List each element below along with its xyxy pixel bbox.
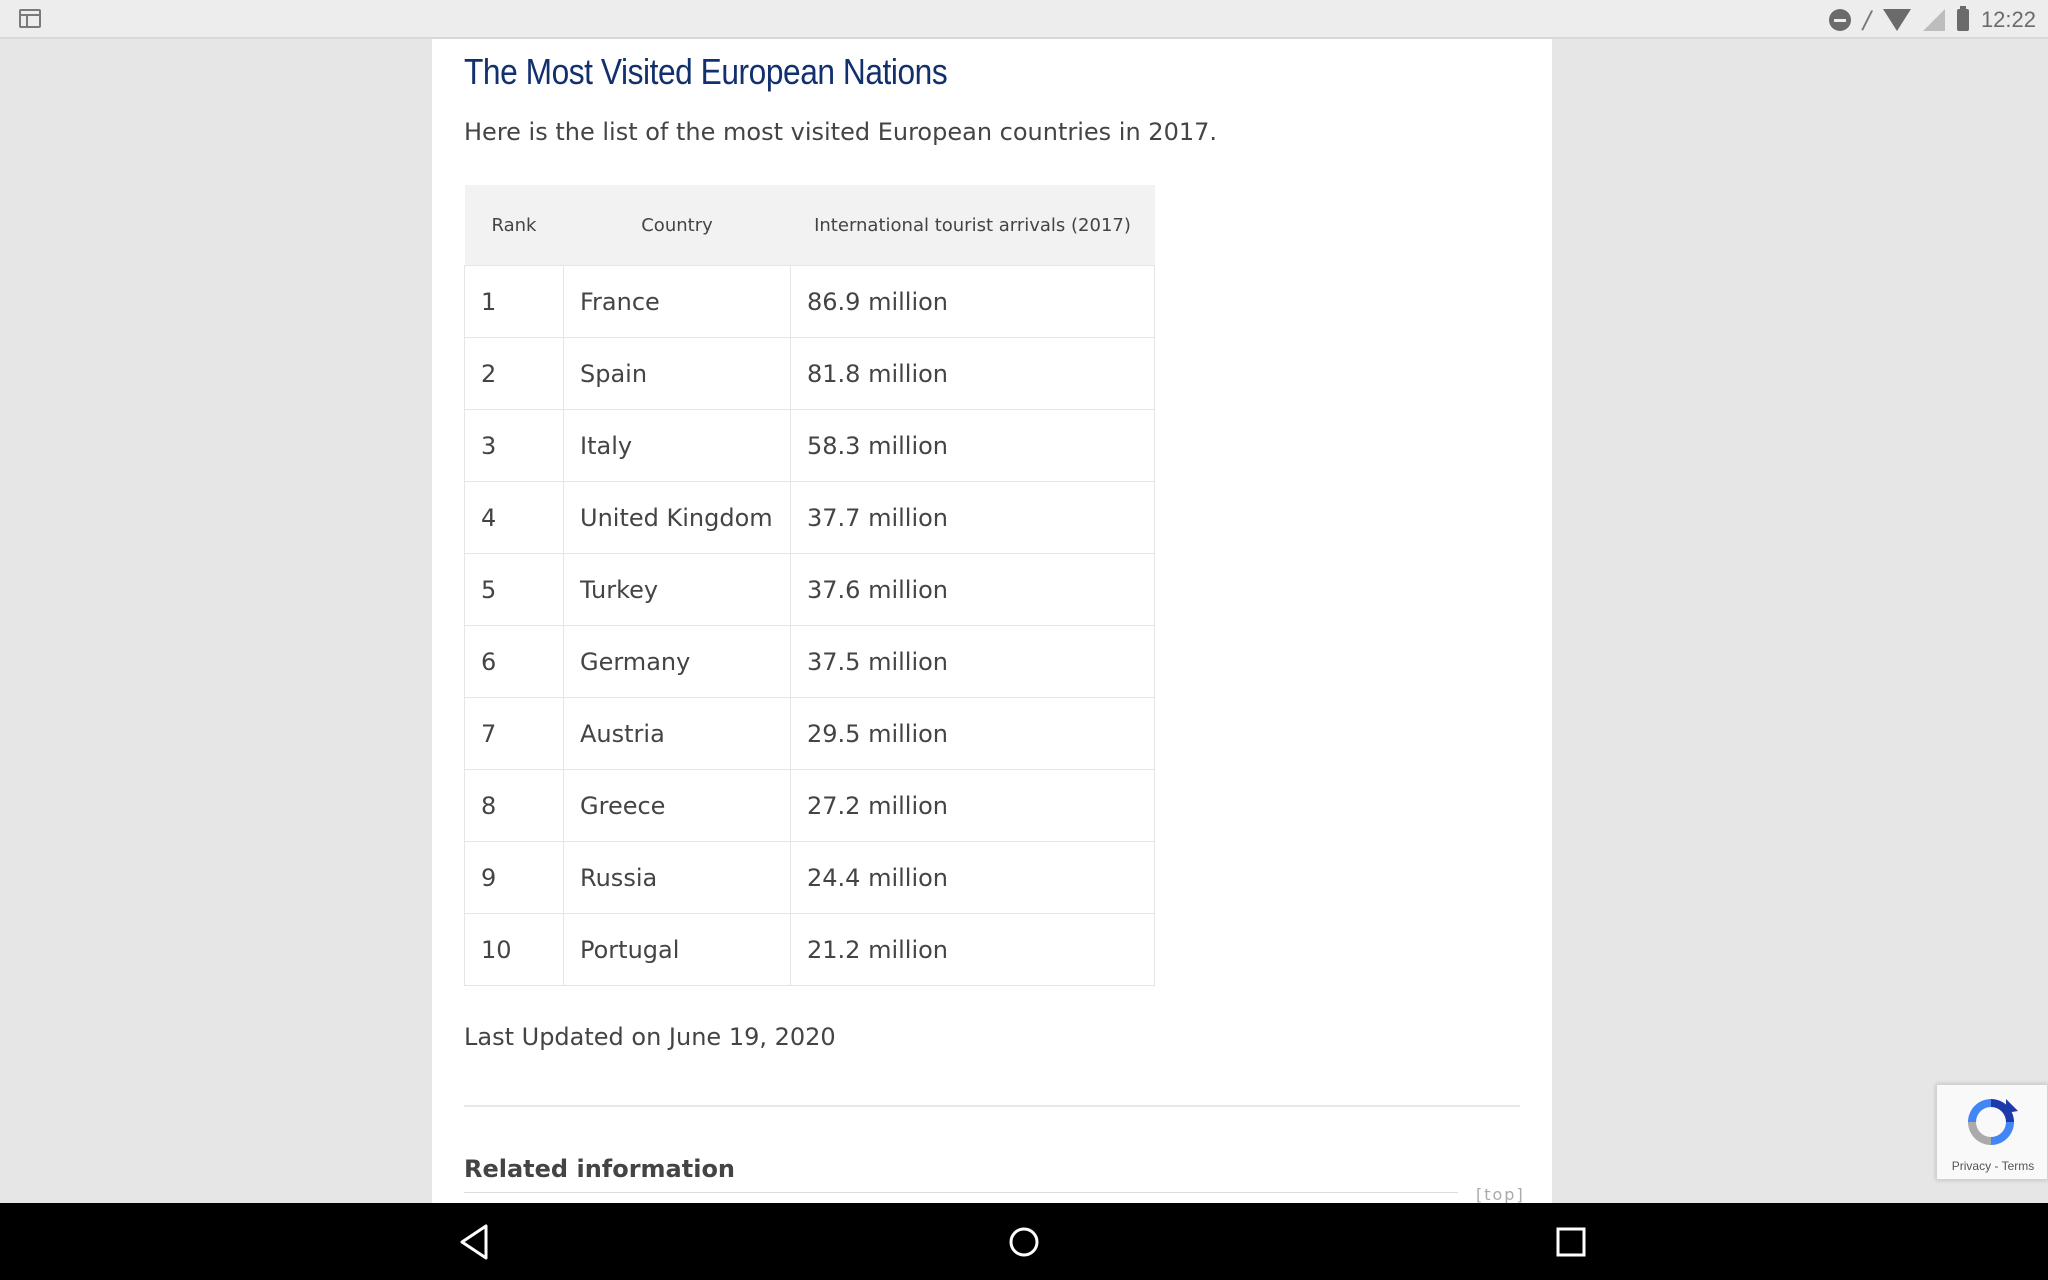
window-icon	[19, 9, 41, 28]
page-title: The Most Visited European Nations	[464, 51, 948, 92]
table-row: 1 France 86.9 million	[464, 265, 1155, 338]
table-row: 8 Greece 27.2 million	[464, 769, 1155, 842]
rank-cell: 10	[464, 913, 564, 986]
arrivals-cell: 81.8 million	[790, 337, 1155, 410]
rank-cell: 3	[464, 409, 564, 482]
arrivals-cell: 58.3 million	[790, 409, 1155, 482]
rank-cell: 9	[464, 841, 564, 914]
slash-icon: /	[1862, 5, 1871, 34]
recaptcha-terms-link[interactable]: Terms	[2002, 1159, 2035, 1173]
country-cell: France	[563, 265, 791, 338]
top-link[interactable]: [top]	[1476, 1185, 1525, 1203]
status-bar: / 12:22	[0, 0, 2048, 39]
arrivals-cell: 37.5 million	[790, 625, 1155, 698]
signal-icon	[1922, 8, 1945, 31]
intro-text: Here is the list of the most visited Eur…	[464, 118, 1218, 146]
table-row: 3 Italy 58.3 million	[464, 409, 1155, 482]
divider	[464, 1105, 1520, 1107]
country-cell: Turkey	[563, 553, 791, 626]
wifi-icon	[1882, 8, 1911, 31]
navigation-bar	[0, 1203, 2048, 1280]
arrivals-cell: 24.4 million	[790, 841, 1155, 914]
related-rule	[464, 1192, 1458, 1193]
recaptcha-privacy-link[interactable]: Privacy	[1952, 1159, 1991, 1173]
rank-cell: 4	[464, 481, 564, 554]
related-heading: Related information	[464, 1155, 736, 1183]
table-row: 4 United Kingdom 37.7 million	[464, 481, 1155, 554]
header-country: Country	[563, 185, 791, 266]
table-row: 10 Portugal 21.2 million	[464, 913, 1155, 986]
table-row: 6 Germany 37.5 million	[464, 625, 1155, 698]
status-icons: / 12:22	[1828, 0, 2036, 39]
rank-cell: 2	[464, 337, 564, 410]
table-row: 5 Turkey 37.6 million	[464, 553, 1155, 626]
arrivals-cell: 37.6 million	[790, 553, 1155, 626]
recents-icon[interactable]	[1550, 1221, 1592, 1263]
country-cell: Russia	[563, 841, 791, 914]
header-rank: Rank	[464, 185, 564, 266]
country-cell: Greece	[563, 769, 791, 842]
back-icon[interactable]	[455, 1221, 497, 1263]
table-header-row: Rank Country International tourist arriv…	[464, 185, 1155, 266]
table-row: 7 Austria 29.5 million	[464, 697, 1155, 770]
country-cell: United Kingdom	[563, 481, 791, 554]
recaptcha-badge[interactable]: Privacy - Terms	[1936, 1084, 2048, 1180]
country-cell: Spain	[563, 337, 791, 410]
recaptcha-icon	[1968, 1099, 2018, 1145]
arrivals-cell: 21.2 million	[790, 913, 1155, 986]
last-updated: Last Updated on June 19, 2020	[464, 1023, 836, 1051]
battery-charging-icon	[1956, 5, 1969, 31]
header-arrivals: International tourist arrivals (2017)	[790, 185, 1155, 266]
home-icon[interactable]	[1003, 1221, 1045, 1263]
arrivals-cell: 27.2 million	[790, 769, 1155, 842]
country-cell: Austria	[563, 697, 791, 770]
arrivals-cell: 37.7 million	[790, 481, 1155, 554]
do-not-disturb-icon	[1828, 8, 1851, 31]
rank-cell: 5	[464, 553, 564, 626]
arrivals-cell: 29.5 million	[790, 697, 1155, 770]
table-row: 9 Russia 24.4 million	[464, 841, 1155, 914]
recaptcha-separator: -	[1994, 1159, 1999, 1173]
rank-cell: 1	[464, 265, 564, 338]
country-cell: Germany	[563, 625, 791, 698]
clock: 12:22	[1980, 6, 2036, 32]
table-row: 2 Spain 81.8 million	[464, 337, 1155, 410]
rank-cell: 6	[464, 625, 564, 698]
rank-cell: 7	[464, 697, 564, 770]
country-cell: Italy	[563, 409, 791, 482]
country-cell: Portugal	[563, 913, 791, 986]
article-content: The Most Visited European Nations Here i…	[432, 39, 1552, 1203]
recaptcha-links: Privacy - Terms	[1937, 1159, 2048, 1173]
rank-table: Rank Country International tourist arriv…	[464, 185, 1155, 986]
arrivals-cell: 86.9 million	[790, 265, 1155, 338]
rank-cell: 8	[464, 769, 564, 842]
table-body: 1 France 86.9 million 2 Spain 81.8 million 3 It…	[464, 265, 1155, 986]
